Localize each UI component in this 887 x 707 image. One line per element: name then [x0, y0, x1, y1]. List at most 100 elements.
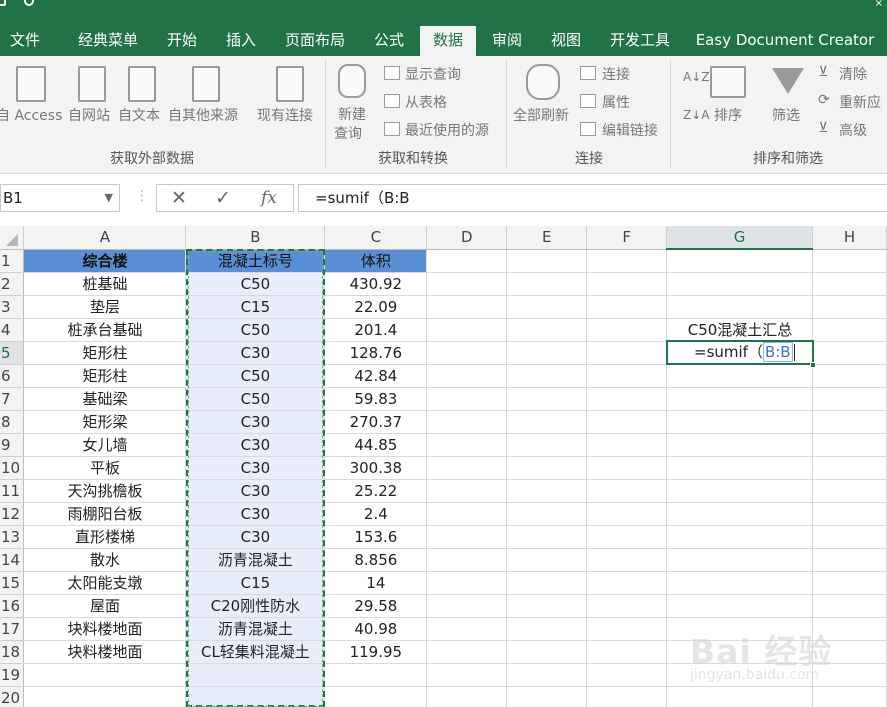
row-header[interactable]: 12	[0, 502, 25, 526]
cell[interactable]	[506, 525, 588, 549]
cell-volume[interactable]: 119.95	[324, 640, 428, 664]
cell[interactable]	[586, 640, 668, 664]
cell-volume[interactable]: 59.83	[324, 387, 428, 411]
cell-name[interactable]	[23, 663, 187, 687]
column-header-d[interactable]: D	[426, 226, 508, 250]
cell-volume[interactable]: 25.22	[324, 479, 428, 503]
cell-volume[interactable]: 42.84	[324, 364, 428, 388]
sort-icon[interactable]	[710, 66, 746, 98]
cell[interactable]	[666, 433, 814, 457]
cell-name[interactable]: 桩基础	[23, 272, 187, 296]
cell[interactable]	[586, 663, 668, 687]
cell[interactable]	[426, 617, 508, 641]
tab-insert[interactable]: 插入	[216, 26, 266, 56]
cell[interactable]	[666, 594, 814, 618]
cell[interactable]	[586, 571, 668, 595]
cell-volume[interactable]: 201.4	[324, 318, 428, 342]
cell-volume[interactable]: 153.6	[324, 525, 428, 549]
row-header[interactable]: 6	[0, 364, 25, 388]
cell[interactable]	[666, 571, 814, 595]
edit-links-button[interactable]: 编辑链接	[602, 120, 658, 140]
column-header-a[interactable]: A	[23, 226, 187, 250]
cell[interactable]	[426, 341, 508, 365]
cell[interactable]	[426, 640, 508, 664]
cell[interactable]	[506, 502, 588, 526]
cell[interactable]	[426, 318, 508, 342]
cell[interactable]	[812, 295, 887, 319]
advanced-button[interactable]: 高级	[839, 120, 867, 140]
row-header[interactable]: 10	[0, 456, 25, 480]
cell[interactable]	[586, 295, 668, 319]
sort-ascending-icon[interactable]: A↓Z	[683, 70, 709, 84]
cell-volume[interactable]: 44.85	[324, 433, 428, 457]
cell-grade[interactable]	[185, 686, 326, 707]
tab-review[interactable]: 审阅	[482, 26, 532, 56]
row-header[interactable]: 7	[0, 387, 25, 411]
close-icon[interactable]: ×	[875, 0, 883, 9]
cell-volume[interactable]: 8.856	[324, 548, 428, 572]
cell-grade[interactable]: C30	[185, 525, 326, 549]
web-icon[interactable]	[78, 66, 106, 102]
cell-grade[interactable]	[185, 663, 326, 687]
from-table-button[interactable]: 从表格	[405, 92, 447, 112]
insert-function-icon[interactable]: fx	[261, 186, 277, 210]
cell[interactable]	[506, 387, 588, 411]
cell[interactable]	[586, 525, 668, 549]
cell[interactable]	[666, 364, 814, 388]
fill-handle[interactable]	[810, 362, 816, 368]
cell-grade[interactable]: C30	[185, 433, 326, 457]
cell[interactable]	[506, 249, 588, 273]
cell-name[interactable]: 屋面	[23, 594, 187, 618]
cell[interactable]	[812, 410, 887, 434]
cell[interactable]	[812, 686, 887, 707]
cell[interactable]	[666, 617, 814, 641]
row-header[interactable]: 19	[0, 663, 25, 687]
cell[interactable]	[812, 387, 887, 411]
cell[interactable]	[586, 318, 668, 342]
cell[interactable]	[666, 548, 814, 572]
clear-icon[interactable]: ⊻	[818, 64, 828, 80]
cell[interactable]	[666, 249, 814, 273]
cell[interactable]	[812, 341, 887, 365]
cell-grade[interactable]: C30	[185, 502, 326, 526]
cell[interactable]	[586, 594, 668, 618]
cell[interactable]	[426, 295, 508, 319]
cell[interactable]	[586, 341, 668, 365]
tab-file[interactable]: 文件	[0, 26, 50, 56]
enter-icon[interactable]: ✓	[215, 186, 231, 210]
filter-button[interactable]: 筛选	[772, 105, 800, 125]
cell[interactable]	[506, 318, 588, 342]
cell[interactable]	[506, 640, 588, 664]
sort-descending-icon[interactable]: Z↓A	[683, 108, 709, 122]
cell[interactable]	[426, 272, 508, 296]
tab-easy-document-creator[interactable]: Easy Document Creator	[690, 26, 880, 56]
cell[interactable]	[506, 341, 588, 365]
cell[interactable]	[812, 318, 887, 342]
properties-button[interactable]: 属性	[602, 92, 630, 112]
cell[interactable]	[586, 617, 668, 641]
summary-label-g4[interactable]: C50混凝土汇总	[667, 318, 813, 342]
cell[interactable]	[666, 502, 814, 526]
cell-name[interactable]: 基础梁	[23, 387, 187, 411]
cell-volume[interactable]: 40.98	[324, 617, 428, 641]
cell[interactable]	[426, 479, 508, 503]
row-header[interactable]: 18	[0, 640, 25, 664]
header-cell-c1[interactable]: 体积	[324, 249, 428, 273]
cell-grade[interactable]: C30	[185, 410, 326, 434]
cell-name[interactable]: 雨棚阳台板	[23, 502, 187, 526]
connections-button[interactable]: 连接	[602, 64, 630, 84]
name-box[interactable]: B1 ▼	[0, 184, 120, 212]
row-header[interactable]: 9	[0, 433, 25, 457]
cell[interactable]	[812, 433, 887, 457]
cell[interactable]	[506, 571, 588, 595]
tab-developer[interactable]: 开发工具	[602, 26, 678, 56]
cell[interactable]	[666, 295, 814, 319]
cell[interactable]	[506, 594, 588, 618]
tab-data[interactable]: 数据	[420, 26, 476, 56]
cell-volume[interactable]: 22.09	[324, 295, 428, 319]
cell[interactable]	[426, 249, 508, 273]
tab-home[interactable]: 开始	[158, 26, 206, 56]
cell[interactable]	[666, 479, 814, 503]
column-header-b[interactable]: B	[185, 226, 326, 250]
cell-name[interactable]: 矩形柱	[23, 341, 187, 365]
